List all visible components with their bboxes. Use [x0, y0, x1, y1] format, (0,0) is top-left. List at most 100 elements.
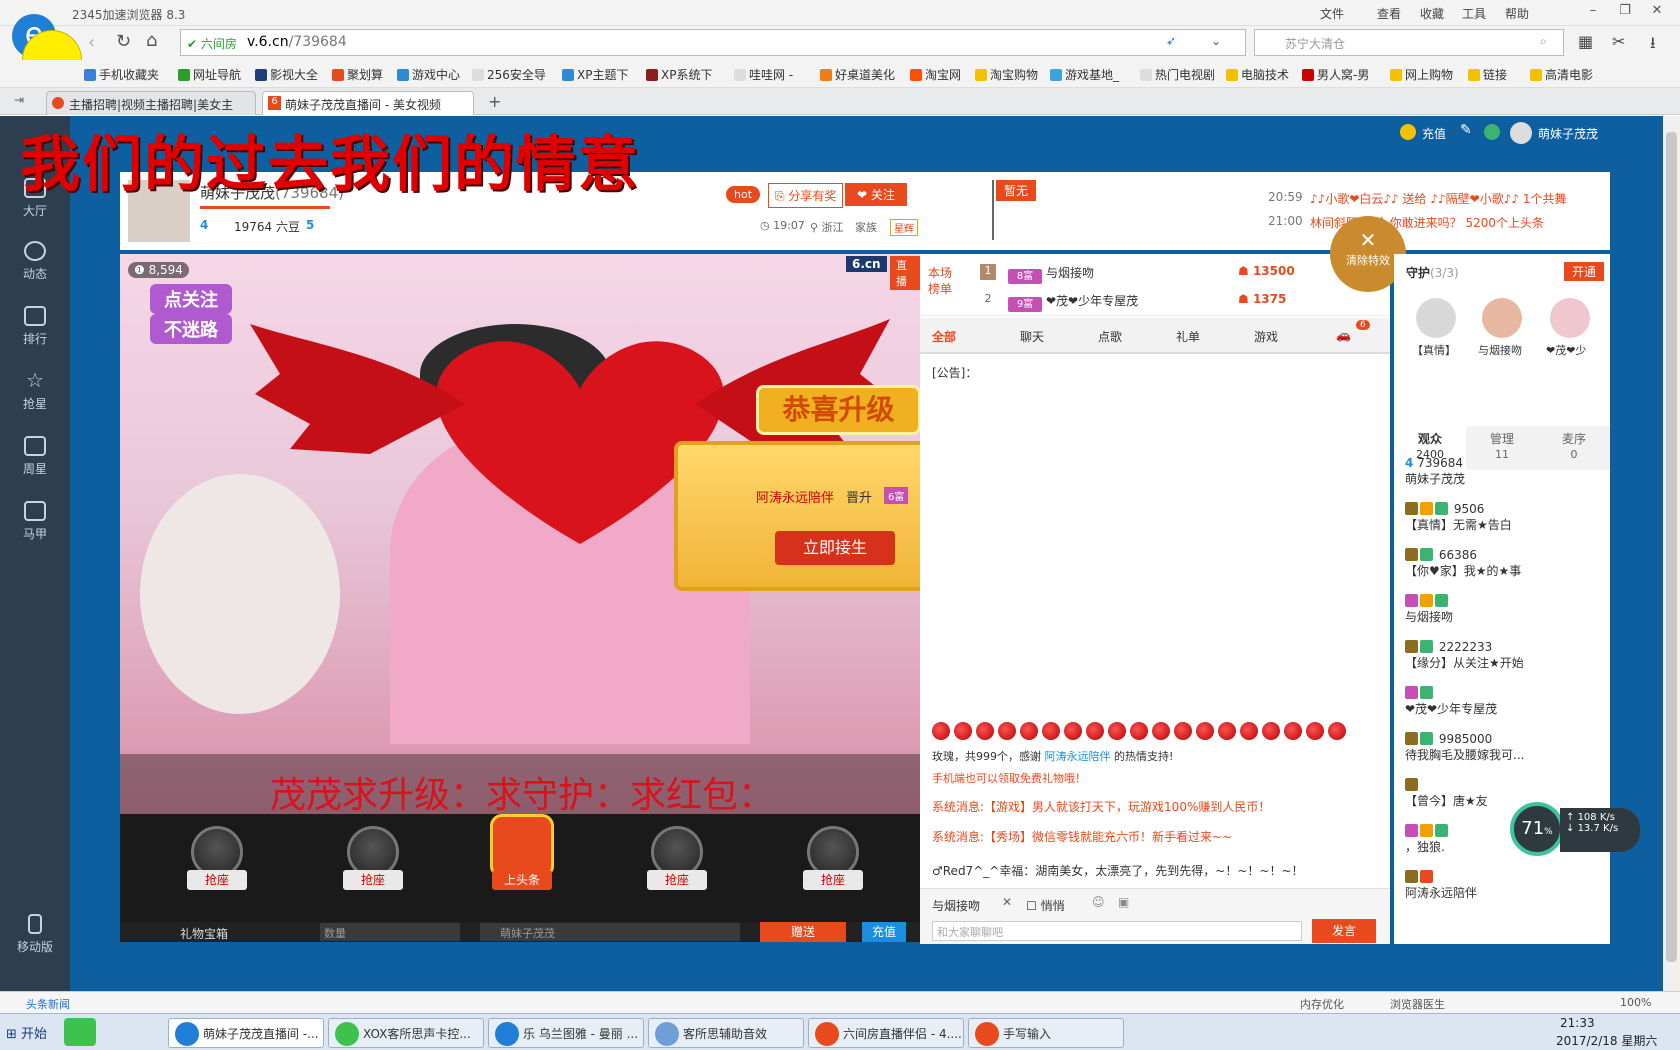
guard-avatar[interactable] [1416, 298, 1456, 338]
search-icon[interactable]: ⌕ [1540, 34, 1547, 49]
bookmark-item[interactable]: 哇哇网 - [734, 66, 793, 83]
avatar[interactable] [1510, 122, 1532, 144]
rocket-icon[interactable]: ➶ [1166, 34, 1176, 48]
whisper-checkbox[interactable]: ☐ 悄悄 [1026, 897, 1065, 914]
sidebar-item-rank[interactable]: 排行 [0, 306, 70, 347]
bookmark-item[interactable]: 电脑技术 [1226, 66, 1289, 83]
guard-open-button[interactable]: 开通 [1564, 262, 1605, 281]
search-box[interactable]: 苏宁大清仓 ⌕ [1254, 29, 1564, 56]
bookmark-item[interactable]: XP系统下 [646, 66, 712, 83]
audience-row[interactable]: 【曾今】唐★友 [1405, 778, 1605, 809]
gift-label[interactable]: 礼物宝箱 [180, 925, 228, 942]
headline-slot[interactable]: 上头条 [477, 814, 567, 890]
close-window-button[interactable]: ✕ [1647, 3, 1667, 21]
audience-row[interactable]: 与烟接吻 [1405, 594, 1605, 625]
menu-view[interactable]: 查看 [1377, 5, 1401, 22]
current-user-name[interactable]: 萌妹子茂茂 [1538, 125, 1598, 142]
bookmark-item[interactable]: 聚划算 [332, 66, 383, 83]
audience-row[interactable]: 4 739684 萌妹子茂茂 [1405, 456, 1605, 487]
tab-gifts[interactable]: 礼单 [1176, 328, 1200, 345]
maximize-button[interactable]: ❐ [1615, 3, 1635, 21]
menu-tools[interactable]: 工具 [1462, 5, 1486, 22]
bookmark-item[interactable]: 游戏基地_ [1050, 66, 1119, 83]
home-icon[interactable]: ⌂ [146, 30, 157, 51]
clock-time[interactable]: 21:33 [1560, 1016, 1595, 1030]
follow-button[interactable]: ❤ 关注 [845, 183, 907, 206]
chat-target[interactable]: 与烟接吻 [932, 897, 980, 914]
zoom-level[interactable]: 100% [1620, 996, 1651, 1009]
scissors-icon[interactable]: ✂ [1612, 32, 1625, 51]
give-button[interactable]: 赠送 [760, 922, 846, 942]
bookmark-item[interactable]: 游戏中心 [397, 66, 460, 83]
address-bar[interactable]: ✔ 六间房 v.6.cn/739684 ➶ ⌄ [180, 29, 1246, 56]
new-tab-button[interactable]: + [488, 92, 501, 111]
bookmark-item[interactable]: 网上购物 [1390, 66, 1453, 83]
quantity-input[interactable]: 数量 [320, 923, 460, 941]
audience-row[interactable]: 2222233 【缘分】从关注★开始 [1405, 640, 1605, 671]
seat-slot[interactable]: 抢座 [328, 826, 418, 890]
audience-row[interactable]: 阿涛永远陪伴 [1405, 870, 1605, 901]
sidebar-toggle-icon[interactable]: ⇥ [14, 93, 24, 107]
bookmark-item[interactable]: 好桌道美化 [820, 66, 895, 83]
taskbar-item[interactable]: 手写输入 [968, 1018, 1124, 1048]
bookmark-item[interactable]: 手机收藏夹 [84, 66, 159, 83]
taskbar-item[interactable]: XOX客所思声卡控... [328, 1018, 484, 1048]
close-icon[interactable]: ✕ [1002, 895, 1012, 909]
download-icon[interactable]: ⭳ [1650, 32, 1656, 59]
refresh-icon[interactable]: ↻ [116, 31, 131, 52]
image-icon[interactable]: ▣ [1118, 895, 1129, 909]
browser-doctor[interactable]: 浏览器医生 [1390, 996, 1445, 1012]
gift-target-select[interactable]: 萌妹子茂茂 [480, 923, 740, 941]
taskbar-item[interactable]: 六间房直播伴侣 - 4.... [808, 1018, 964, 1048]
taskbar-item[interactable]: 萌妹子茂茂直播间 -... [168, 1018, 324, 1048]
share-button[interactable]: ⎘ 分享有奖 [768, 183, 844, 208]
sidebar-item-dynamic[interactable]: 动态 [0, 241, 70, 282]
bookmark-item[interactable]: 网址导航 [178, 66, 241, 83]
bookmark-item[interactable]: 淘宝购物 [975, 66, 1038, 83]
sidebar-item-weekstar[interactable]: 周星 [0, 436, 70, 477]
taskbar-item[interactable]: 乐 乌兰图雅 - 曼丽 ... [488, 1018, 644, 1048]
chevron-down-icon[interactable]: ⌄ [1211, 34, 1221, 48]
iqiyi-icon[interactable] [64, 1018, 96, 1046]
seat-slot[interactable]: 抢座 [172, 826, 262, 890]
tab-liveroom[interactable]: 6 萌妹子茂茂直播间 - 美女视频 [262, 91, 474, 115]
bookmark-item[interactable]: 链接 [1468, 66, 1507, 83]
news-link[interactable]: 头条新闻 [26, 996, 70, 1012]
back-icon[interactable]: ‹ [88, 32, 95, 53]
menu-favorites[interactable]: 收藏 [1420, 5, 1444, 22]
memory-optimize[interactable]: 内存优化 [1300, 996, 1344, 1012]
clock-date[interactable]: 2017/2/18 星期六 [1556, 1032, 1657, 1049]
bookmark-item[interactable]: 高清电影 [1530, 66, 1593, 83]
bookmark-item[interactable]: 影视大全 [255, 66, 318, 83]
audience-row[interactable]: 9506 【真情】无需★告白 [1405, 502, 1605, 533]
sidebar-item-mobile[interactable]: 移动版 [0, 914, 70, 955]
recharge-link[interactable]: 充值 [1422, 125, 1446, 142]
car-icon[interactable]: 🚗 [1336, 328, 1351, 342]
emoji-icon[interactable]: ☺ [1092, 895, 1105, 909]
start-button[interactable]: ⊞ 开始 [6, 1023, 47, 1042]
minimize-button[interactable]: – [1583, 3, 1603, 21]
follow-sticker2[interactable]: 不迷路 [150, 314, 232, 344]
menu-help[interactable]: 帮助 [1505, 5, 1529, 22]
tab-games[interactable]: 游戏 [1254, 328, 1278, 345]
tab-chat[interactable]: 聊天 [1020, 328, 1044, 345]
chat-input[interactable]: 和大家聊聊吧 [932, 921, 1302, 941]
sidebar-item-vest[interactable]: 马甲 [0, 501, 70, 542]
bookmark-item[interactable]: XP主题下 [562, 66, 628, 83]
recharge-button[interactable]: 充值 [862, 922, 906, 942]
bookmark-item[interactable]: 热门电视剧 [1140, 66, 1215, 83]
send-button[interactable]: 发言 [1312, 919, 1376, 943]
bookmark-item[interactable]: 淘宝网 [910, 66, 961, 83]
search-input[interactable]: 苏宁大清仓 [1285, 35, 1345, 52]
guard-avatar[interactable] [1550, 298, 1590, 338]
scrollbar-thumb[interactable] [1666, 132, 1677, 962]
bookmark-item[interactable]: 256安全导 [472, 66, 546, 83]
audience-row[interactable]: 66386 【你♥家】我★的★事 [1405, 548, 1605, 579]
seat-slot[interactable]: 抢座 [788, 826, 878, 890]
levelup-button[interactable]: 立即接生 [775, 531, 895, 565]
sidebar-item-star[interactable]: ☆ 抢星 [0, 370, 70, 412]
guard-avatar[interactable] [1482, 298, 1522, 338]
tab-song[interactable]: 点歌 [1098, 328, 1122, 345]
audience-row[interactable]: 9985000 待我胸毛及腰嫁我可... [1405, 732, 1605, 763]
speed-gauge[interactable]: 71% [1510, 802, 1564, 856]
